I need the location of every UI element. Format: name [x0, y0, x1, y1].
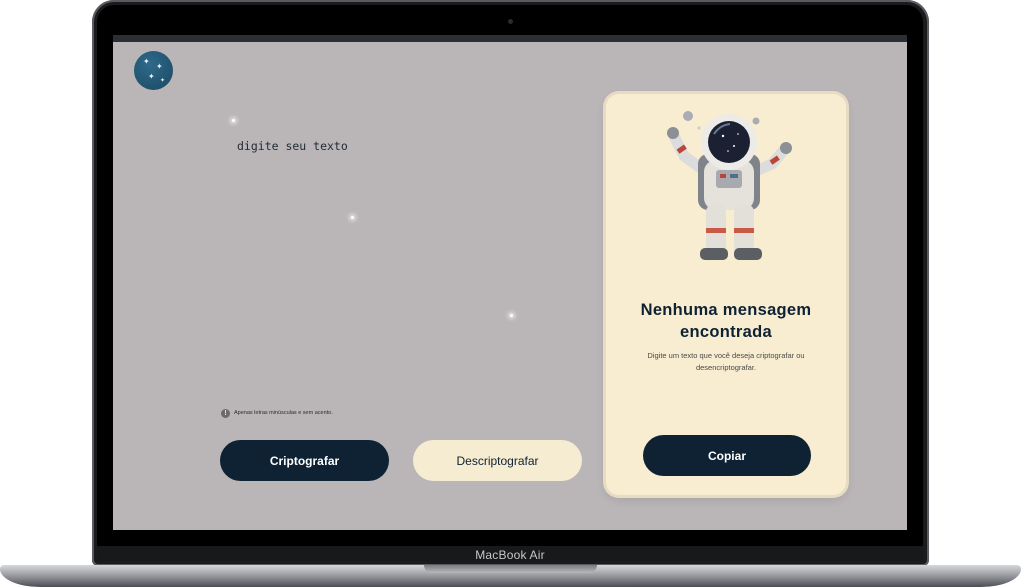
- info-icon: !: [221, 408, 230, 418]
- output-panel: Nenhuma mensagem encontrada Digite um te…: [606, 94, 846, 495]
- decrypt-button[interactable]: Descriptografar: [413, 440, 582, 481]
- app-screen: ✦ ✦ ✦ ✦ ! Apenas letras minúsculas e sem…: [113, 35, 907, 530]
- message-input[interactable]: [233, 135, 581, 393]
- hint-text: Apenas letras minúsculas e sem acento.: [234, 410, 333, 416]
- screen-top-bar: [113, 35, 907, 42]
- panel-title: Nenhuma mensagem encontrada: [640, 301, 812, 341]
- laptop-hinge-notch: [424, 565, 597, 573]
- copy-button[interactable]: Copiar: [643, 435, 811, 476]
- input-hint: ! Apenas letras minúsculas e sem acento.: [221, 408, 333, 418]
- star-decoration: [232, 119, 235, 122]
- laptop-frame: ✦ ✦ ✦ ✦ ! Apenas letras minúsculas e sem…: [0, 0, 1021, 587]
- panel-description: Digite um texto que você deseja criptogr…: [647, 351, 805, 372]
- astronaut-illustration: [667, 111, 792, 260]
- encrypt-button[interactable]: Criptografar: [220, 440, 389, 481]
- night-sky-logo-icon[interactable]: ✦ ✦ ✦ ✦: [134, 51, 173, 90]
- camera-icon: [508, 19, 513, 24]
- device-label: MacBook Air: [475, 548, 545, 562]
